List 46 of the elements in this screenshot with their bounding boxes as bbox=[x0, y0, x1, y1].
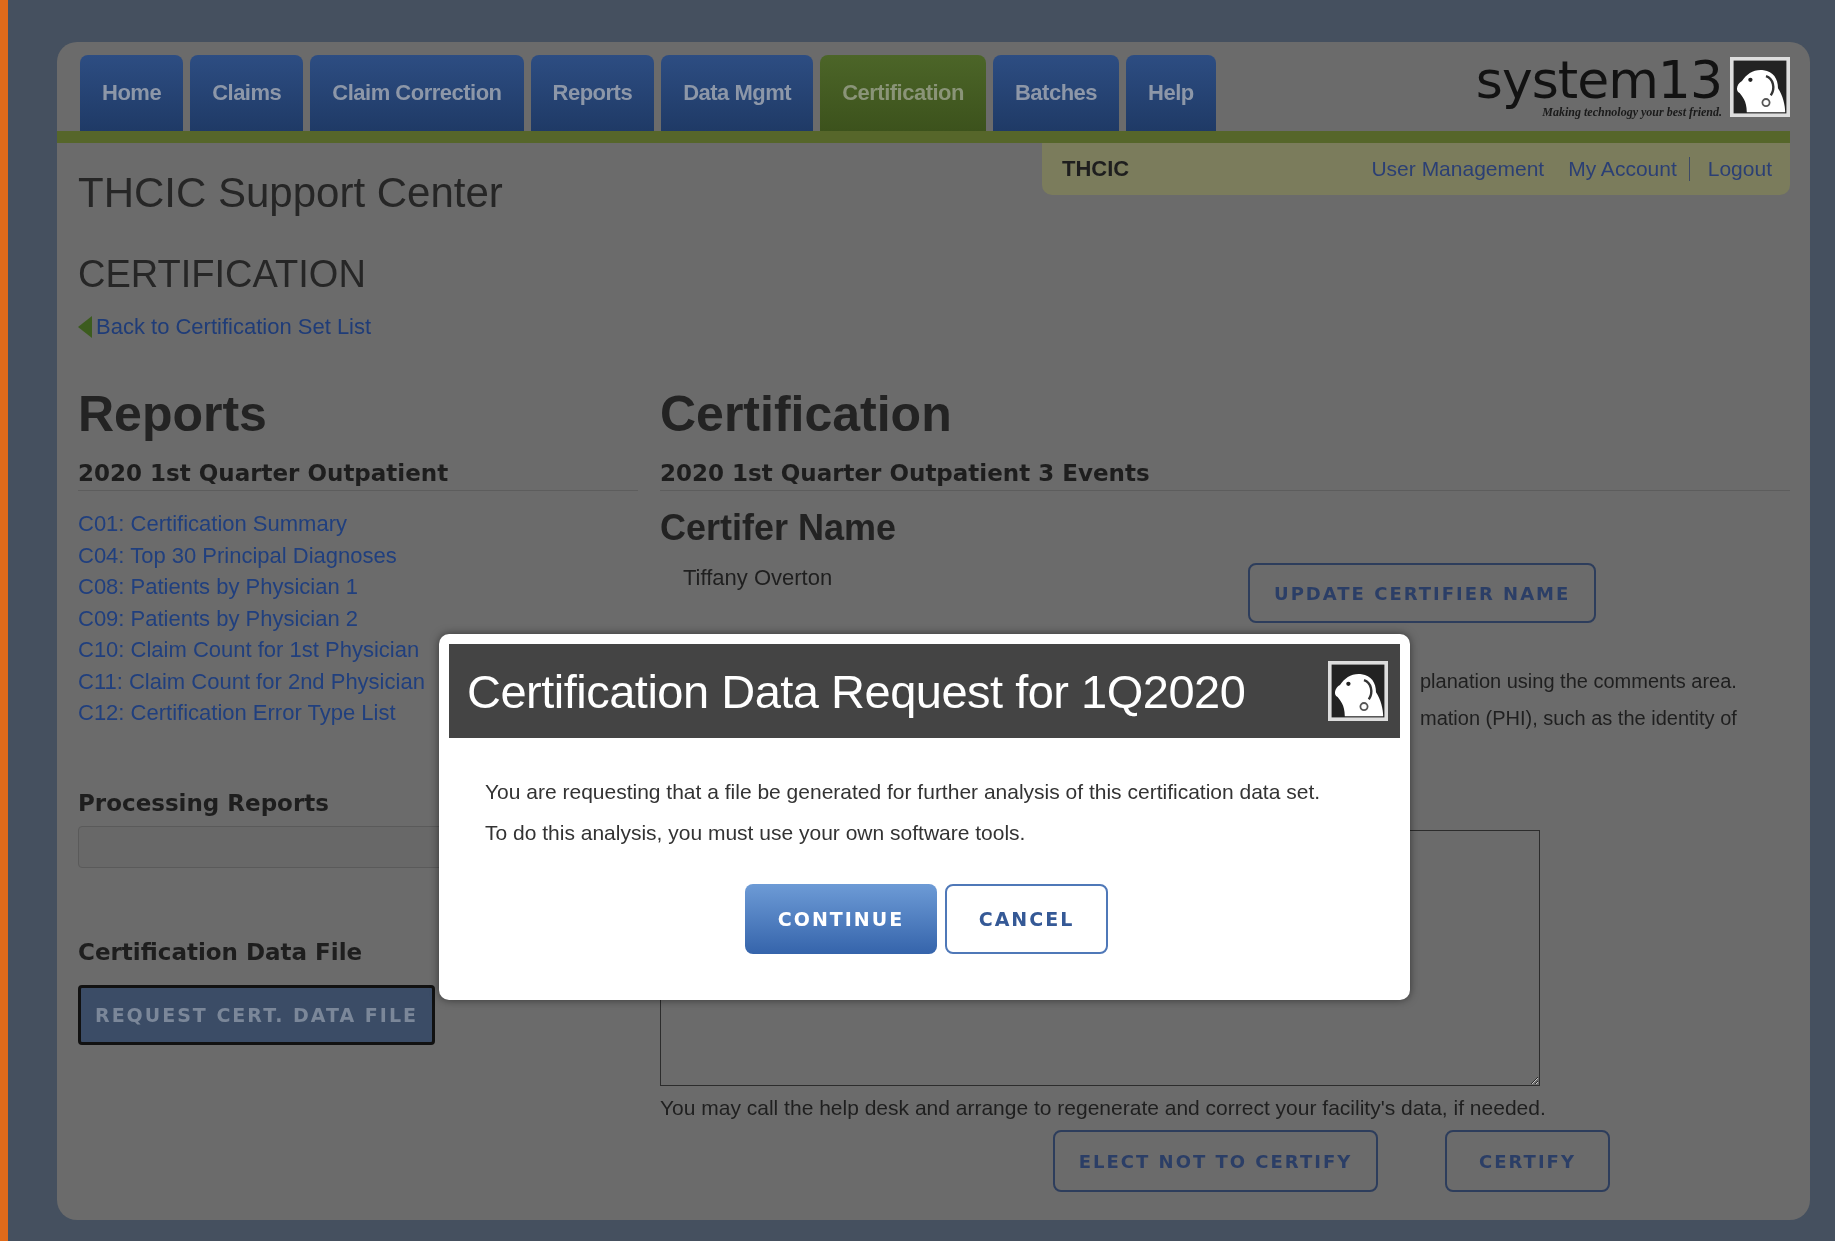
certifier-heading: Certifer Name bbox=[660, 507, 897, 549]
report-link[interactable]: C11: Claim Count for 2nd Physician bbox=[78, 665, 425, 697]
user-link[interactable]: My Account bbox=[1556, 157, 1689, 181]
continue-button[interactable]: CONTINUE bbox=[745, 884, 937, 954]
reports-heading: Reports bbox=[78, 385, 267, 444]
certification-heading: Certification bbox=[660, 385, 952, 444]
nav-tab[interactable]: Help bbox=[1126, 55, 1216, 131]
report-link[interactable]: C12: Certification Error Type List bbox=[78, 697, 425, 729]
nav-tab[interactable]: Claim Correction bbox=[310, 55, 524, 131]
report-link[interactable]: C04: Top 30 Principal Diagnoses bbox=[78, 539, 425, 571]
request-data-file-button[interactable]: REQUEST CERT. DATA FILE bbox=[78, 984, 435, 1045]
dialog-message: To do this analysis, you must use your own software tools. bbox=[485, 820, 1027, 846]
instruction-text: mation (PHI), such as the identity of bbox=[1420, 707, 1737, 730]
report-link[interactable]: C10: Claim Count for 1st Physician bbox=[78, 634, 425, 666]
nav-tab[interactable]: Batches bbox=[993, 55, 1120, 131]
dialog-title: Certification Data Request for 1Q2020 bbox=[467, 663, 1246, 719]
reports-subheading: 2020 1st Quarter Outpatient bbox=[78, 444, 638, 491]
update-certifier-button[interactable]: UPDATE CERTIFIER NAME bbox=[1248, 563, 1597, 623]
certifier-name: Tiffany Overton bbox=[683, 565, 833, 591]
nav-tab[interactable]: Certification bbox=[820, 55, 986, 131]
dog-icon bbox=[1328, 661, 1388, 721]
back-arrow-icon bbox=[78, 316, 92, 338]
certify-button[interactable]: CERTIFY bbox=[1445, 1130, 1610, 1192]
cancel-button[interactable]: CANCEL bbox=[945, 884, 1108, 954]
report-link[interactable]: C01: Certification Summary bbox=[78, 508, 425, 540]
report-link[interactable]: C09: Patients by Physician 2 bbox=[78, 602, 425, 634]
nav-tab[interactable]: Reports bbox=[530, 55, 655, 131]
dog-logo-icon bbox=[1730, 57, 1790, 117]
instruction-text: planation using the comments area. bbox=[1420, 670, 1737, 693]
user-link[interactable]: Logout bbox=[1688, 157, 1772, 181]
dialog-message: You are requesting that a file be generated for further analysis of this certification data set. bbox=[485, 779, 1322, 805]
certification-subheading: 2020 1st Quarter Outpatient 3 Events bbox=[660, 444, 1790, 491]
nav-tab[interactable]: Claims bbox=[190, 55, 304, 131]
nav-tab[interactable]: Home bbox=[80, 55, 184, 131]
section-title: CERTIFICATION bbox=[77, 253, 367, 296]
data-file-heading: Certification Data File bbox=[78, 938, 363, 965]
organization-name: THCIC bbox=[1062, 156, 1130, 182]
processing-heading: Processing Reports bbox=[78, 789, 329, 816]
user-link[interactable]: User Management bbox=[1359, 157, 1557, 181]
logo-tagline: Making technology your best friend. bbox=[1542, 104, 1722, 120]
back-link[interactable]: Back to Certification Set List bbox=[78, 314, 372, 340]
nav-tab[interactable]: Data Mgmt bbox=[661, 55, 814, 131]
elect-not-to-certify-button[interactable]: ELECT NOT TO CERTIFY bbox=[1053, 1130, 1378, 1192]
page-title: THCIC Support Center bbox=[78, 169, 503, 217]
help-text: You may call the help desk and arrange to regenerate and correct your facility's data, if needed. bbox=[660, 1096, 1546, 1120]
report-link[interactable]: C08: Patients by Physician 1 bbox=[78, 571, 425, 603]
